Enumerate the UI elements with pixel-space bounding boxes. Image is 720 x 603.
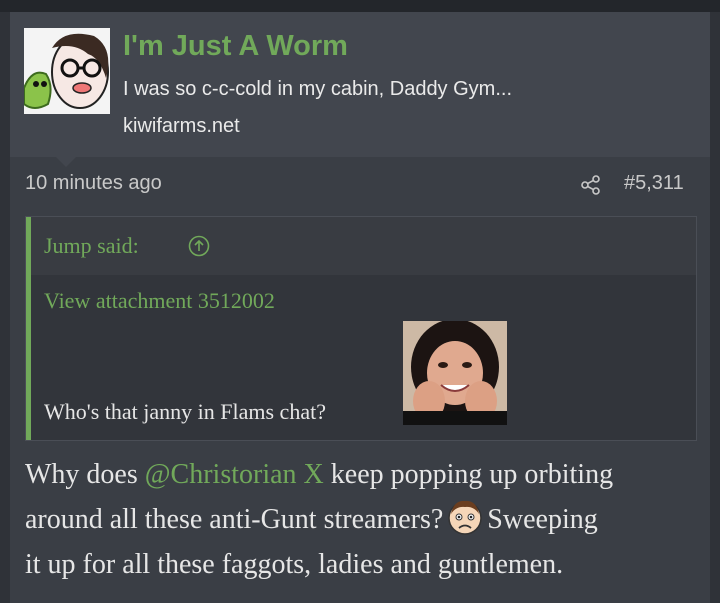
card-caret: [56, 157, 76, 167]
share-icon[interactable]: [580, 174, 602, 196]
top-strip: [0, 0, 720, 12]
quoted-photo[interactable]: [403, 321, 507, 425]
quote-author-link[interactable]: Jump said:: [44, 233, 139, 259]
message-text: keep popping up orbiting: [323, 459, 614, 490]
card-domain: kiwifarms.net: [123, 115, 240, 137]
quote-text: Who's that janny in Flams chat?: [44, 399, 326, 424]
message-line-3: it up for all these faggots, ladies and …: [25, 542, 705, 587]
post-message: Why does @Christorian X keep popping up …: [25, 452, 705, 587]
user-mention-link[interactable]: @Christorian X: [145, 459, 324, 490]
quote-block: Jump said: View attachment 3512002 Who's…: [25, 216, 697, 441]
forum-post: I'm Just A Worm I was so c-c-cold in my …: [10, 12, 710, 603]
post-number-link[interactable]: #5,311: [624, 172, 684, 195]
message-text: around all these anti-Gunt streamers?: [25, 504, 444, 535]
card-description: I was so c-c-cold in my cabin, Daddy Gym…: [123, 78, 513, 100]
link-preview-card[interactable]: I'm Just A Worm I was so c-c-cold in my …: [10, 12, 710, 157]
arrow-up-circle-icon[interactable]: [188, 235, 210, 257]
message-text: it up for all these faggots, ladies and …: [25, 549, 564, 580]
message-line-2: around all these anti-Gunt streamers? Sw…: [25, 497, 705, 542]
message-line-1: Why does @Christorian X keep popping up …: [25, 452, 705, 497]
post-timestamp[interactable]: 10 minutes ago: [25, 172, 162, 195]
message-text: Sweeping: [487, 504, 598, 535]
card-title[interactable]: I'm Just A Worm: [123, 30, 348, 63]
message-text: Why does: [25, 459, 145, 490]
worried-face-emoji-icon: [446, 498, 484, 536]
card-thumbnail[interactable]: [24, 28, 110, 114]
attachment-link[interactable]: View attachment 3512002: [44, 288, 275, 314]
quote-header: Jump said:: [31, 217, 696, 275]
